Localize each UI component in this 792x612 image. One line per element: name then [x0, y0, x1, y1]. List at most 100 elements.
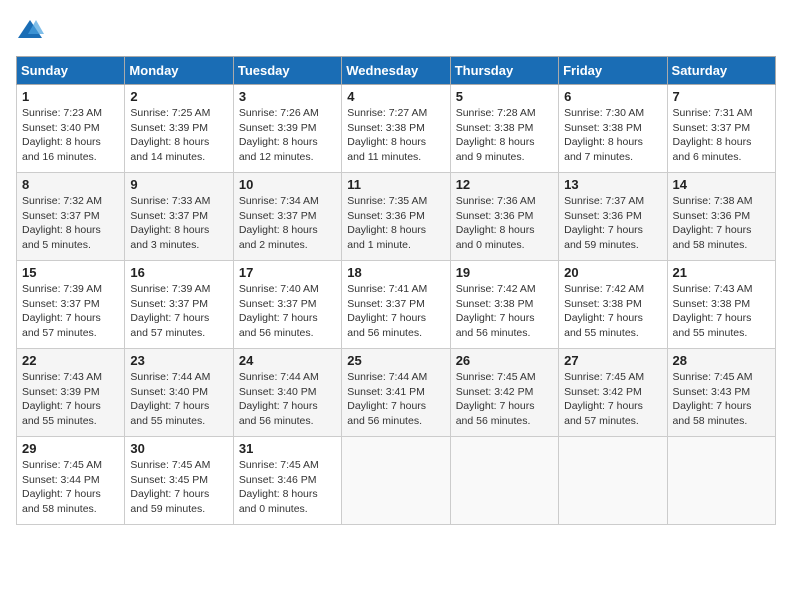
- calendar-cell: 8Sunrise: 7:32 AM Sunset: 3:37 PM Daylig…: [17, 173, 125, 261]
- day-number: 13: [564, 177, 661, 192]
- day-info: Sunrise: 7:45 AM Sunset: 3:42 PM Dayligh…: [456, 370, 553, 429]
- calendar-cell: 21Sunrise: 7:43 AM Sunset: 3:38 PM Dayli…: [667, 261, 775, 349]
- day-number: 10: [239, 177, 336, 192]
- day-number: 3: [239, 89, 336, 104]
- day-number: 11: [347, 177, 444, 192]
- calendar-day-header: Friday: [559, 57, 667, 85]
- day-number: 24: [239, 353, 336, 368]
- day-info: Sunrise: 7:45 AM Sunset: 3:45 PM Dayligh…: [130, 458, 227, 517]
- day-info: Sunrise: 7:45 AM Sunset: 3:46 PM Dayligh…: [239, 458, 336, 517]
- day-number: 26: [456, 353, 553, 368]
- calendar-cell: [667, 437, 775, 525]
- day-number: 27: [564, 353, 661, 368]
- day-info: Sunrise: 7:30 AM Sunset: 3:38 PM Dayligh…: [564, 106, 661, 165]
- calendar-cell: 9 Sunrise: 7:33 AM Sunset: 3:37 PM Daylig…: [125, 173, 233, 261]
- day-info: Sunrise: 7:27 AM Sunset: 3:38 PM Dayligh…: [347, 106, 444, 165]
- calendar-row: 29Sunrise: 7:45 AM Sunset: 3:44 PM Dayli…: [17, 437, 776, 525]
- day-info: Sunrise: 7:44 AM Sunset: 3:41 PM Dayligh…: [347, 370, 444, 429]
- calendar-table: SundayMondayTuesdayWednesdayThursdayFrid…: [16, 56, 776, 525]
- day-number: 20: [564, 265, 661, 280]
- calendar-cell: 28 Sunrise: 7:45 AM Sunset: 3:43 PM Dayli…: [667, 349, 775, 437]
- day-info: Sunrise: 7:37 AM Sunset: 3:36 PM Dayligh…: [564, 194, 661, 253]
- calendar-cell: 16 Sunrise: 7:39 AM Sunset: 3:37 PM Dayli…: [125, 261, 233, 349]
- calendar-cell: 2 Sunrise: 7:25 AM Sunset: 3:39 PM Daylig…: [125, 85, 233, 173]
- calendar-cell: 3 Sunrise: 7:26 AM Sunset: 3:39 PM Daylig…: [233, 85, 341, 173]
- calendar-cell: [559, 437, 667, 525]
- calendar-cell: 6 Sunrise: 7:30 AM Sunset: 3:38 PM Daylig…: [559, 85, 667, 173]
- calendar-cell: 23 Sunrise: 7:44 AM Sunset: 3:40 PM Dayli…: [125, 349, 233, 437]
- day-info: Sunrise: 7:39 AM Sunset: 3:37 PM Dayligh…: [22, 282, 119, 341]
- day-number: 14: [673, 177, 770, 192]
- day-info: Sunrise: 7:42 AM Sunset: 3:38 PM Dayligh…: [564, 282, 661, 341]
- day-number: 23: [130, 353, 227, 368]
- calendar-cell: 14 Sunrise: 7:38 AM Sunset: 3:36 PM Dayli…: [667, 173, 775, 261]
- calendar-cell: 20 Sunrise: 7:42 AM Sunset: 3:38 PM Dayli…: [559, 261, 667, 349]
- day-number: 12: [456, 177, 553, 192]
- day-info: Sunrise: 7:31 AM Sunset: 3:37 PM Dayligh…: [673, 106, 770, 165]
- calendar-cell: 17 Sunrise: 7:40 AM Sunset: 3:37 PM Dayli…: [233, 261, 341, 349]
- day-info: Sunrise: 7:36 AM Sunset: 3:36 PM Dayligh…: [456, 194, 553, 253]
- calendar-day-header: Tuesday: [233, 57, 341, 85]
- day-number: 8: [22, 177, 119, 192]
- day-number: 19: [456, 265, 553, 280]
- day-info: Sunrise: 7:45 AM Sunset: 3:44 PM Dayligh…: [22, 458, 119, 517]
- calendar-cell: 12 Sunrise: 7:36 AM Sunset: 3:36 PM Dayli…: [450, 173, 558, 261]
- calendar-cell: 1 Sunrise: 7:23 AM Sunset: 3:40 PM Daylig…: [17, 85, 125, 173]
- calendar-cell: 18 Sunrise: 7:41 AM Sunset: 3:37 PM Dayli…: [342, 261, 450, 349]
- calendar-row: 1 Sunrise: 7:23 AM Sunset: 3:40 PM Daylig…: [17, 85, 776, 173]
- day-number: 1: [22, 89, 119, 104]
- calendar-cell: 27 Sunrise: 7:45 AM Sunset: 3:42 PM Dayli…: [559, 349, 667, 437]
- day-info: Sunrise: 7:25 AM Sunset: 3:39 PM Dayligh…: [130, 106, 227, 165]
- calendar-day-header: Thursday: [450, 57, 558, 85]
- day-number: 16: [130, 265, 227, 280]
- day-number: 31: [239, 441, 336, 456]
- calendar-header-row: SundayMondayTuesdayWednesdayThursdayFrid…: [17, 57, 776, 85]
- day-number: 28: [673, 353, 770, 368]
- calendar-row: 22 Sunrise: 7:43 AM Sunset: 3:39 PM Dayli…: [17, 349, 776, 437]
- calendar-cell: 26 Sunrise: 7:45 AM Sunset: 3:42 PM Dayli…: [450, 349, 558, 437]
- calendar-cell: 31 Sunrise: 7:45 AM Sunset: 3:46 PM Dayli…: [233, 437, 341, 525]
- day-info: Sunrise: 7:45 AM Sunset: 3:43 PM Dayligh…: [673, 370, 770, 429]
- day-number: 15: [22, 265, 119, 280]
- day-number: 7: [673, 89, 770, 104]
- calendar-row: 8Sunrise: 7:32 AM Sunset: 3:37 PM Daylig…: [17, 173, 776, 261]
- calendar-day-header: Sunday: [17, 57, 125, 85]
- day-info: Sunrise: 7:26 AM Sunset: 3:39 PM Dayligh…: [239, 106, 336, 165]
- logo: [16, 16, 48, 44]
- day-info: Sunrise: 7:34 AM Sunset: 3:37 PM Dayligh…: [239, 194, 336, 253]
- day-number: 30: [130, 441, 227, 456]
- day-info: Sunrise: 7:42 AM Sunset: 3:38 PM Dayligh…: [456, 282, 553, 341]
- day-info: Sunrise: 7:40 AM Sunset: 3:37 PM Dayligh…: [239, 282, 336, 341]
- day-number: 4: [347, 89, 444, 104]
- calendar-cell: 4 Sunrise: 7:27 AM Sunset: 3:38 PM Daylig…: [342, 85, 450, 173]
- day-number: 5: [456, 89, 553, 104]
- calendar-cell: 24Sunrise: 7:44 AM Sunset: 3:40 PM Dayli…: [233, 349, 341, 437]
- calendar-cell: 10 Sunrise: 7:34 AM Sunset: 3:37 PM Dayli…: [233, 173, 341, 261]
- day-info: Sunrise: 7:35 AM Sunset: 3:36 PM Dayligh…: [347, 194, 444, 253]
- day-info: Sunrise: 7:23 AM Sunset: 3:40 PM Dayligh…: [22, 106, 119, 165]
- day-info: Sunrise: 7:33 AM Sunset: 3:37 PM Dayligh…: [130, 194, 227, 253]
- day-number: 2: [130, 89, 227, 104]
- day-info: Sunrise: 7:39 AM Sunset: 3:37 PM Dayligh…: [130, 282, 227, 341]
- day-info: Sunrise: 7:45 AM Sunset: 3:42 PM Dayligh…: [564, 370, 661, 429]
- day-number: 25: [347, 353, 444, 368]
- calendar-cell: 30 Sunrise: 7:45 AM Sunset: 3:45 PM Dayli…: [125, 437, 233, 525]
- day-info: Sunrise: 7:44 AM Sunset: 3:40 PM Dayligh…: [130, 370, 227, 429]
- calendar-cell: 13 Sunrise: 7:37 AM Sunset: 3:36 PM Dayli…: [559, 173, 667, 261]
- calendar-cell: 7 Sunrise: 7:31 AM Sunset: 3:37 PM Daylig…: [667, 85, 775, 173]
- calendar-body: 1 Sunrise: 7:23 AM Sunset: 3:40 PM Daylig…: [17, 85, 776, 525]
- calendar-cell: [450, 437, 558, 525]
- day-number: 6: [564, 89, 661, 104]
- calendar-cell: 25 Sunrise: 7:44 AM Sunset: 3:41 PM Dayli…: [342, 349, 450, 437]
- day-number: 18: [347, 265, 444, 280]
- calendar-day-header: Wednesday: [342, 57, 450, 85]
- page-header: [16, 16, 776, 44]
- day-number: 9: [130, 177, 227, 192]
- day-number: 17: [239, 265, 336, 280]
- calendar-cell: 29Sunrise: 7:45 AM Sunset: 3:44 PM Dayli…: [17, 437, 125, 525]
- day-info: Sunrise: 7:43 AM Sunset: 3:39 PM Dayligh…: [22, 370, 119, 429]
- day-info: Sunrise: 7:41 AM Sunset: 3:37 PM Dayligh…: [347, 282, 444, 341]
- calendar-cell: 5Sunrise: 7:28 AM Sunset: 3:38 PM Daylig…: [450, 85, 558, 173]
- day-number: 22: [22, 353, 119, 368]
- day-info: Sunrise: 7:38 AM Sunset: 3:36 PM Dayligh…: [673, 194, 770, 253]
